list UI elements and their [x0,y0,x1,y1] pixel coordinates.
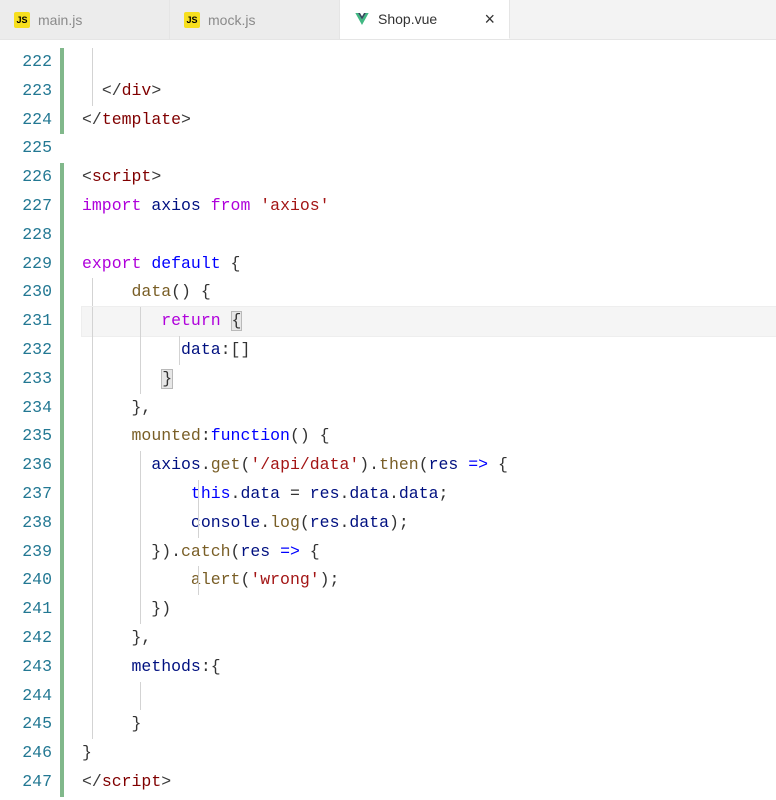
code-line[interactable]: data() { [82,278,776,307]
line-number: 223 [0,77,52,106]
code-line[interactable]: } [82,710,776,739]
tab-mainjs[interactable]: JS main.js [0,0,170,39]
line-number: 230 [0,278,52,307]
line-number: 225 [0,134,52,163]
line-number: 244 [0,682,52,711]
line-number: 231 [0,307,52,336]
tab-label: main.js [38,12,82,28]
line-number: 229 [0,250,52,279]
code-line[interactable] [82,48,776,77]
code-line[interactable] [82,682,776,711]
line-number: 242 [0,624,52,653]
line-number: 239 [0,538,52,567]
line-number: 247 [0,768,52,797]
line-number: 237 [0,480,52,509]
code-line[interactable] [82,221,776,250]
line-number: 228 [0,221,52,250]
close-icon[interactable]: × [484,10,495,28]
code-line[interactable]: data:[] [82,336,776,365]
code-line[interactable]: alert('wrong'); [82,566,776,595]
code-line[interactable]: console.log(res.data); [82,509,776,538]
line-number: 245 [0,710,52,739]
js-icon: JS [184,12,200,28]
code-line[interactable]: this.data = res.data.data; [82,480,776,509]
line-number: 240 [0,566,52,595]
tab-shopvue[interactable]: Shop.vue × [340,0,510,39]
tab-mockjs[interactable]: JS mock.js [170,0,340,39]
code-line[interactable]: import axios from 'axios' [82,192,776,221]
code-line[interactable]: </template> [82,106,776,135]
code-line[interactable]: <script> [82,163,776,192]
line-number: 233 [0,365,52,394]
code-line[interactable]: }, [82,394,776,423]
code-line[interactable] [82,134,776,163]
code-line-current[interactable]: return { [82,307,776,336]
line-number: 226 [0,163,52,192]
code-line[interactable]: }).catch(res => { [82,538,776,567]
line-number: 235 [0,422,52,451]
line-number: 222 [0,48,52,77]
line-number: 232 [0,336,52,365]
code-line[interactable]: }, [82,624,776,653]
code-line[interactable]: export default { [82,250,776,279]
code-line[interactable]: axios.get('/api/data').then(res => { [82,451,776,480]
line-number: 241 [0,595,52,624]
tab-label: mock.js [208,12,255,28]
code-area[interactable]: </div> </template> <script> import axios… [64,48,776,797]
code-line[interactable]: methods:{ [82,653,776,682]
code-line[interactable]: </div> [82,77,776,106]
line-number: 236 [0,451,52,480]
line-number: 234 [0,394,52,423]
line-number: 243 [0,653,52,682]
code-line[interactable]: } [82,739,776,768]
line-number: 224 [0,106,52,135]
tab-bar: JS main.js JS mock.js Shop.vue × [0,0,776,40]
line-number: 238 [0,509,52,538]
code-line[interactable]: mounted:function() { [82,422,776,451]
code-line[interactable]: } [82,365,776,394]
line-number-gutter: 222 223 224 225 226 227 228 229 230 231 … [0,48,60,797]
line-number: 246 [0,739,52,768]
code-editor[interactable]: 222 223 224 225 226 227 228 229 230 231 … [0,40,776,797]
line-number: 227 [0,192,52,221]
code-line[interactable]: </script> [82,768,776,797]
tab-label: Shop.vue [378,11,437,27]
code-line[interactable]: }) [82,595,776,624]
js-icon: JS [14,12,30,28]
vue-icon [354,11,370,27]
